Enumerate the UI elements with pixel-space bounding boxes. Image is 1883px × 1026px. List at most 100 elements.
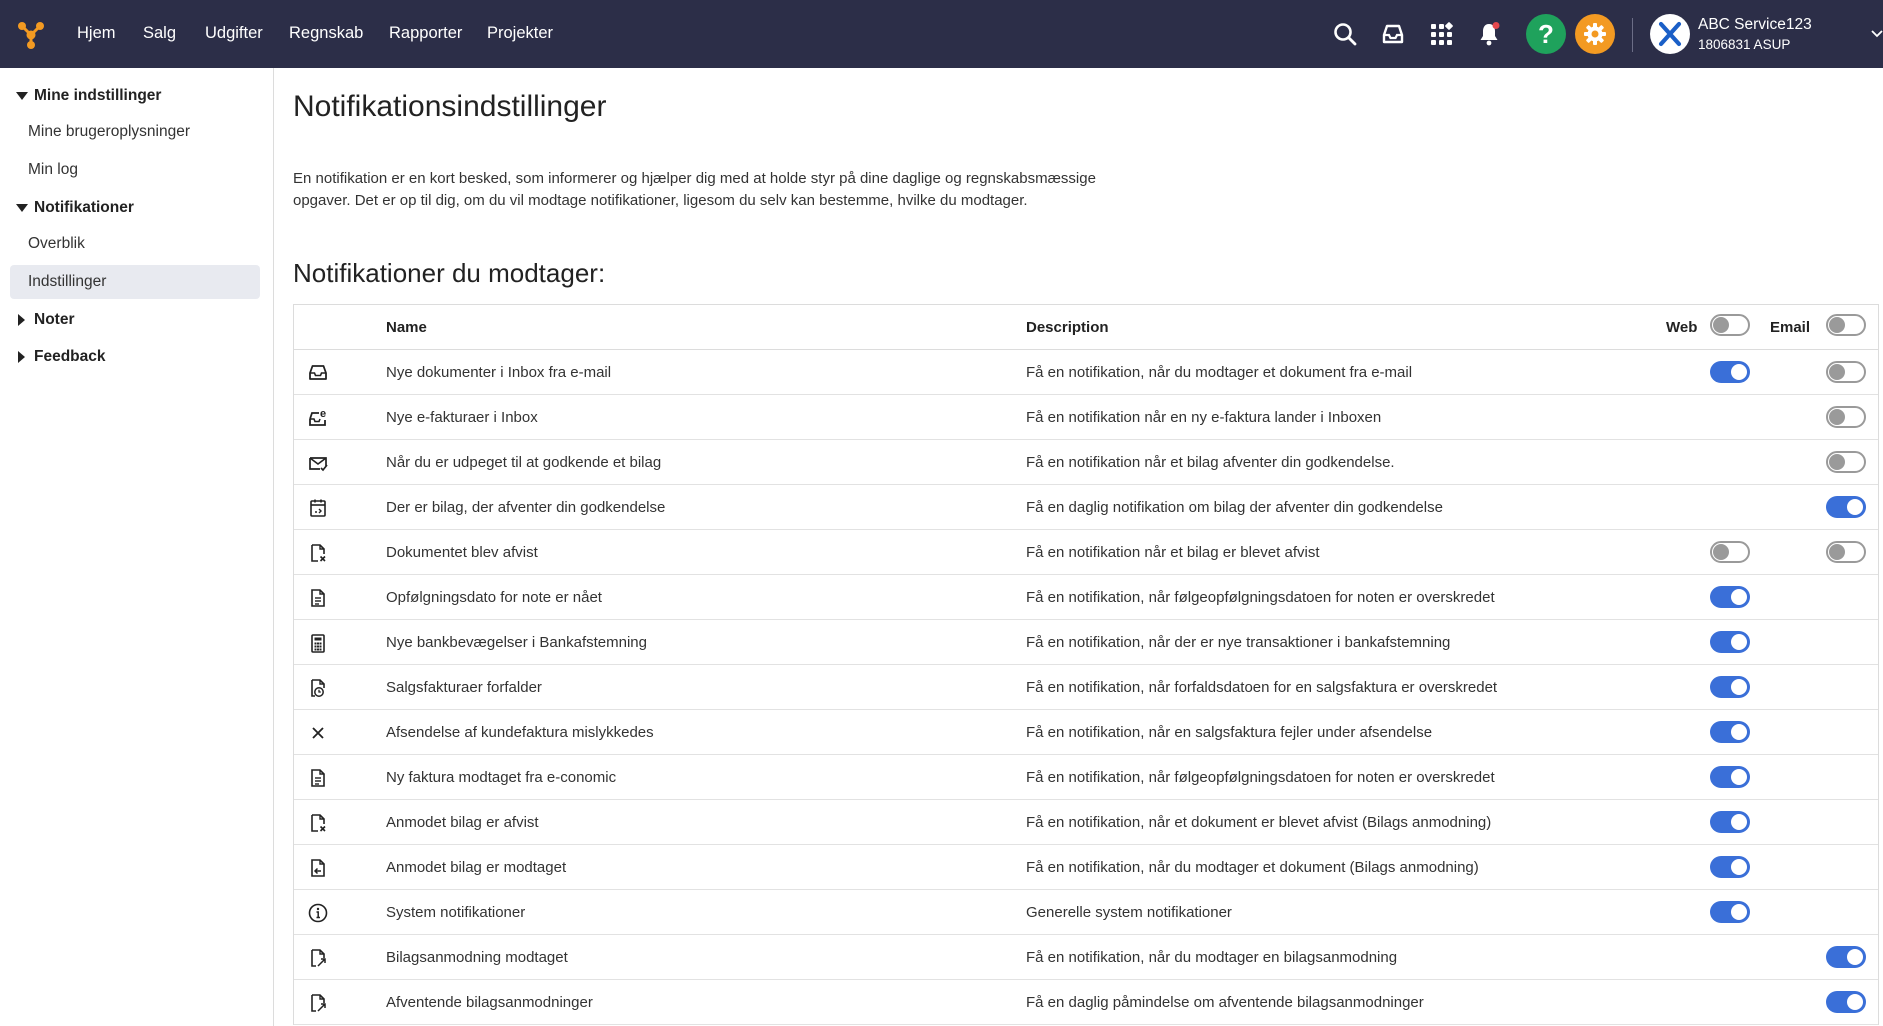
column-header-name: Name — [386, 319, 427, 336]
page-title: Notifikationsindstillinger — [293, 90, 607, 123]
table-row: Anmodet bilag er afvist Få en notifikatio… — [294, 800, 1878, 845]
notification-description: Få en daglig notifikation om bilag der a… — [1026, 499, 1443, 516]
sidebar-item-indstillinger[interactable]: Indstillinger — [10, 265, 260, 299]
notification-description: Få en notifikation, når der er nye trans… — [1026, 634, 1451, 651]
nav-regnskab[interactable]: Regnskab — [289, 24, 363, 43]
account-name[interactable]: ABC Service123 — [1698, 16, 1812, 34]
email-toggle[interactable] — [1826, 361, 1866, 383]
notification-name: Nye dokumenter i Inbox fra e-mail — [386, 364, 612, 381]
email-toggle[interactable] — [1826, 991, 1866, 1013]
web-toggle[interactable] — [1710, 901, 1750, 923]
sidebar-item-mine-brugeroplysninger[interactable]: Mine brugeroplysninger — [10, 115, 260, 149]
sidebar-item-overblik[interactable]: Overblik — [10, 227, 260, 261]
notification-description: Generelle system notifikationer — [1026, 904, 1232, 921]
notification-name: Der er bilag, der afventer din godkendel… — [386, 499, 666, 516]
toggle-knob — [1847, 994, 1863, 1010]
table-body: Nye dokumenter i Inbox fra e-mail Få en n… — [294, 350, 1878, 1025]
sidebar-item-label: Indstillinger — [28, 273, 107, 290]
calendar-approval-icon — [306, 496, 330, 520]
web-toggle[interactable] — [1710, 766, 1750, 788]
web-toggle[interactable] — [1710, 361, 1750, 383]
notification-name: Anmodet bilag er afvist — [386, 814, 539, 831]
chevron-down-icon[interactable] — [1871, 28, 1883, 40]
main-content: Notifikationsindstillinger En notifikati… — [274, 68, 1883, 1026]
account-avatar[interactable] — [1650, 14, 1690, 54]
notification-description: Få en notifikation, når følgeopfølgnings… — [1026, 589, 1495, 606]
email-toggle-all[interactable] — [1826, 314, 1866, 336]
sidebar-section-noter[interactable]: Noter — [16, 311, 74, 329]
table-row: Nye dokumenter i Inbox fra e-mail Få en n… — [294, 350, 1878, 395]
notification-description: Få en notifikation når et bilag afventer… — [1026, 454, 1395, 471]
table-row: Bilagsanmodning modtaget Få en notifikati… — [294, 935, 1878, 980]
email-toggle[interactable] — [1826, 406, 1866, 428]
info-circle-icon — [306, 901, 330, 925]
sidebar-section-notifikationer[interactable]: Notifikationer — [16, 199, 134, 217]
sidebar-section-mine-indstillinger[interactable]: Mine indstillinger — [16, 87, 161, 105]
notification-description: Få en notifikation, når du modtager en b… — [1026, 949, 1398, 966]
web-toggle[interactable] — [1710, 541, 1750, 563]
toggle-knob — [1731, 634, 1747, 650]
toggle-knob — [1731, 769, 1747, 785]
email-toggle[interactable] — [1826, 946, 1866, 968]
column-header-description: Description — [1026, 319, 1109, 336]
table-row: e Nye e-fakturaer i Inbox Få en notifikati… — [294, 395, 1878, 440]
notification-name: Anmodet bilag er modtaget — [386, 859, 567, 876]
inbox-icon — [306, 361, 330, 385]
notification-description: Få en daglig påmindelse om afventende bi… — [1026, 994, 1424, 1011]
top-navigation-bar: Hjem Salg Udgifter Regnskab Rapporter Pr… — [0, 0, 1883, 68]
document-lines-icon — [306, 766, 330, 790]
web-toggle[interactable] — [1710, 856, 1750, 878]
notification-name: Bilagsanmodning modtaget — [386, 949, 568, 966]
notification-name: Når du er udpeget til at godkende et bil… — [386, 454, 662, 471]
notification-name: System notifikationer — [386, 904, 526, 921]
toggle-knob — [1731, 814, 1747, 830]
notification-description: Få en notifikation, når følgeopfølgnings… — [1026, 769, 1495, 786]
top-divider — [1632, 18, 1633, 52]
notification-name: Afventende bilagsanmodninger — [386, 994, 593, 1011]
table-row: Der er bilag, der afventer din godkendel… — [294, 485, 1878, 530]
web-toggle[interactable] — [1710, 586, 1750, 608]
nav-rapporter[interactable]: Rapporter — [389, 24, 462, 43]
web-toggle[interactable] — [1710, 676, 1750, 698]
email-toggle[interactable] — [1826, 451, 1866, 473]
sidebar-section-feedback[interactable]: Feedback — [16, 348, 106, 366]
toggle-knob — [1829, 409, 1845, 425]
settings-gear-icon[interactable] — [1575, 14, 1615, 54]
web-toggle[interactable] — [1710, 631, 1750, 653]
nav-salg[interactable]: Salg — [143, 24, 176, 43]
notifications-bell-icon[interactable] — [1472, 17, 1506, 51]
sidebar-item-label: Min log — [28, 161, 78, 178]
nav-hjem[interactable]: Hjem — [77, 24, 116, 43]
web-toggle-all[interactable] — [1710, 314, 1750, 336]
notification-name: Nye bankbevægelser i Bankafstemning — [386, 634, 647, 651]
help-button[interactable]: ? — [1526, 14, 1566, 54]
notification-name: Opfølgningsdato for note er nået — [386, 589, 602, 606]
sidebar-item-label: Mine brugeroplysninger — [28, 123, 190, 140]
sidebar-item-min-log[interactable]: Min log — [10, 153, 260, 187]
nav-projekter[interactable]: Projekter — [487, 24, 553, 43]
notification-description: Få en notifikation, når et dokument er b… — [1026, 814, 1492, 831]
notification-description: Få en notifikation når et bilag er bleve… — [1026, 544, 1320, 561]
app-logo-icon[interactable] — [14, 18, 48, 52]
notification-description: Få en notifikation, når du modtager et d… — [1026, 859, 1479, 876]
table-row: Ny faktura modtaget fra e-conomic Få en n… — [294, 755, 1878, 800]
toggle-knob — [1829, 454, 1845, 470]
toggle-knob — [1829, 544, 1845, 560]
toggle-knob — [1731, 679, 1747, 695]
nav-udgifter[interactable]: Udgifter — [205, 24, 263, 43]
web-toggle[interactable] — [1710, 721, 1750, 743]
table-row: System notifikationer Generelle system no… — [294, 890, 1878, 935]
e-invoice-icon: e — [306, 406, 330, 430]
column-header-email: Email — [1770, 319, 1811, 336]
document-share-icon — [306, 946, 330, 970]
web-toggle[interactable] — [1710, 811, 1750, 833]
table-row: Når du er udpeget til at godkende et bil… — [294, 440, 1878, 485]
document-x-icon — [306, 811, 330, 835]
email-toggle[interactable] — [1826, 541, 1866, 563]
email-toggle[interactable] — [1826, 496, 1866, 518]
svg-text:e: e — [320, 408, 326, 420]
apps-grid-icon[interactable] — [1424, 17, 1458, 51]
search-icon[interactable] — [1328, 17, 1362, 51]
inbox-icon[interactable] — [1376, 17, 1410, 51]
sidebar-section-label: Noter — [34, 311, 75, 328]
